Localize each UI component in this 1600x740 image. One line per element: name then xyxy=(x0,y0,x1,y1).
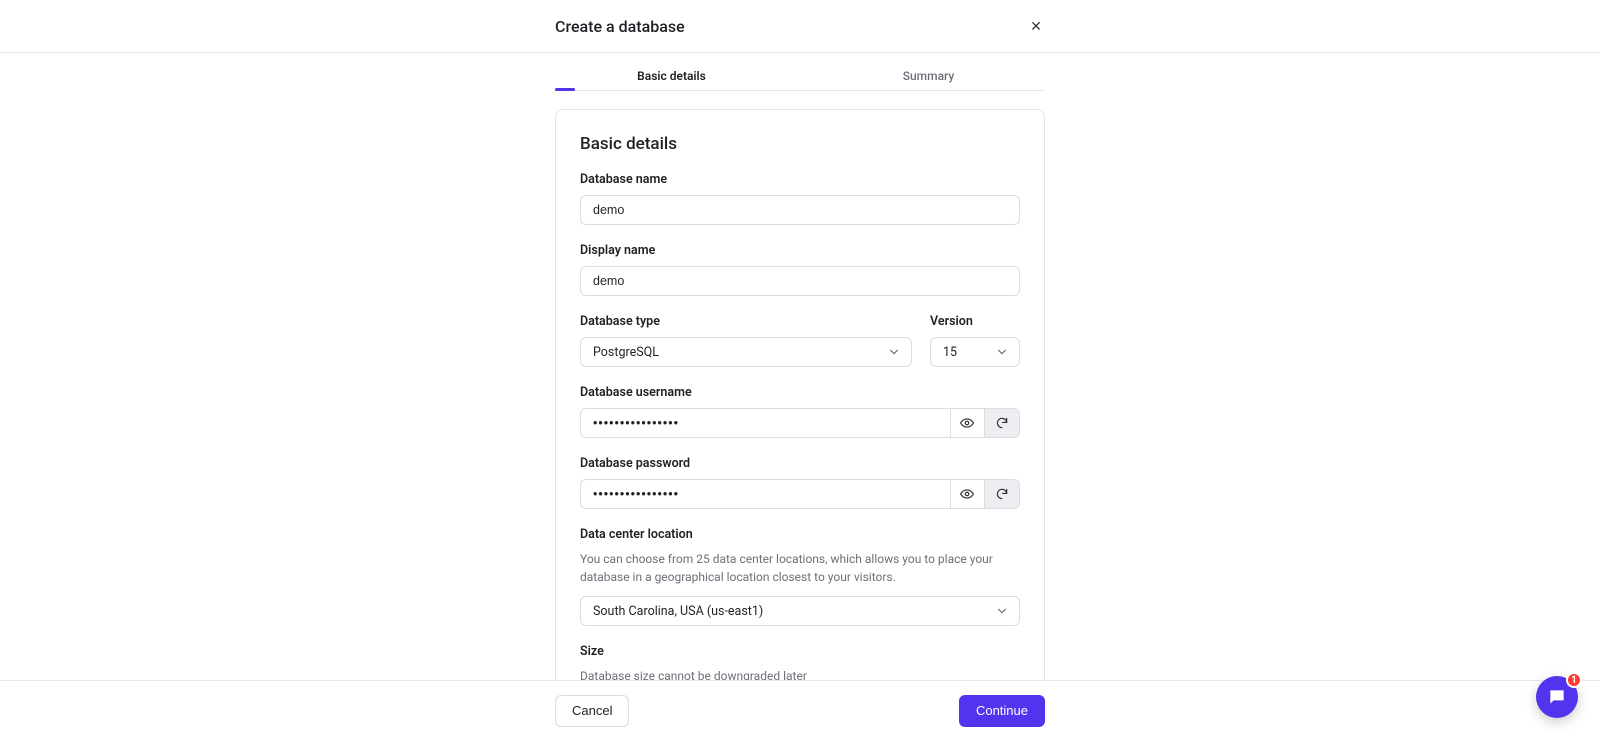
cancel-button[interactable]: Cancel xyxy=(555,695,629,727)
display-name-input[interactable] xyxy=(580,266,1020,296)
database-username-label: Database username xyxy=(580,385,1020,400)
toggle-password-visibility-button[interactable] xyxy=(951,479,985,509)
eye-icon xyxy=(960,416,974,430)
database-password-input[interactable] xyxy=(580,479,951,509)
tab-basic-details[interactable]: Basic details xyxy=(555,69,788,83)
modal-header: Create a database ✕ xyxy=(0,0,1600,53)
tab-summary[interactable]: Summary xyxy=(812,69,1045,83)
database-name-label: Database name xyxy=(580,172,1020,187)
size-label: Size xyxy=(580,644,1020,659)
regenerate-password-button[interactable] xyxy=(985,479,1020,509)
eye-icon xyxy=(960,487,974,501)
version-value: 15 xyxy=(943,345,957,360)
stepper: Basic details Summary xyxy=(555,53,1045,91)
display-name-label: Display name xyxy=(580,243,1020,258)
close-icon: ✕ xyxy=(1030,19,1042,33)
chevron-down-icon xyxy=(889,347,899,357)
chat-icon xyxy=(1547,687,1567,707)
location-value: South Carolina, USA (us-east1) xyxy=(593,604,763,619)
refresh-icon xyxy=(995,416,1009,430)
version-label: Version xyxy=(930,314,1020,329)
modal-footer: Cancel Continue xyxy=(0,680,1600,740)
regenerate-username-button[interactable] xyxy=(985,408,1020,438)
database-type-value: PostgreSQL xyxy=(593,345,659,360)
location-select[interactable]: South Carolina, USA (us-east1) xyxy=(580,596,1020,626)
toggle-username-visibility-button[interactable] xyxy=(951,408,985,438)
close-button[interactable]: ✕ xyxy=(1027,17,1045,35)
size-help: Database size cannot be downgraded later xyxy=(580,667,1020,680)
database-type-select[interactable]: PostgreSQL xyxy=(580,337,912,367)
location-label: Data center location xyxy=(580,527,1020,542)
location-help: You can choose from 25 data center locat… xyxy=(580,550,1020,586)
version-select[interactable]: 15 xyxy=(930,337,1020,367)
database-name-input[interactable] xyxy=(580,195,1020,225)
page-title: Create a database xyxy=(555,17,685,36)
chevron-down-icon xyxy=(997,347,1007,357)
chat-notification-badge: 1 xyxy=(1566,672,1582,688)
basic-details-card: Basic details Database name Display name… xyxy=(555,109,1045,680)
database-username-input[interactable] xyxy=(580,408,951,438)
chat-launcher[interactable]: 1 xyxy=(1536,676,1578,718)
database-type-label: Database type xyxy=(580,314,912,329)
card-title: Basic details xyxy=(580,134,1020,154)
continue-button[interactable]: Continue xyxy=(959,695,1045,727)
chevron-down-icon xyxy=(997,606,1007,616)
database-password-label: Database password xyxy=(580,456,1020,471)
refresh-icon xyxy=(995,487,1009,501)
